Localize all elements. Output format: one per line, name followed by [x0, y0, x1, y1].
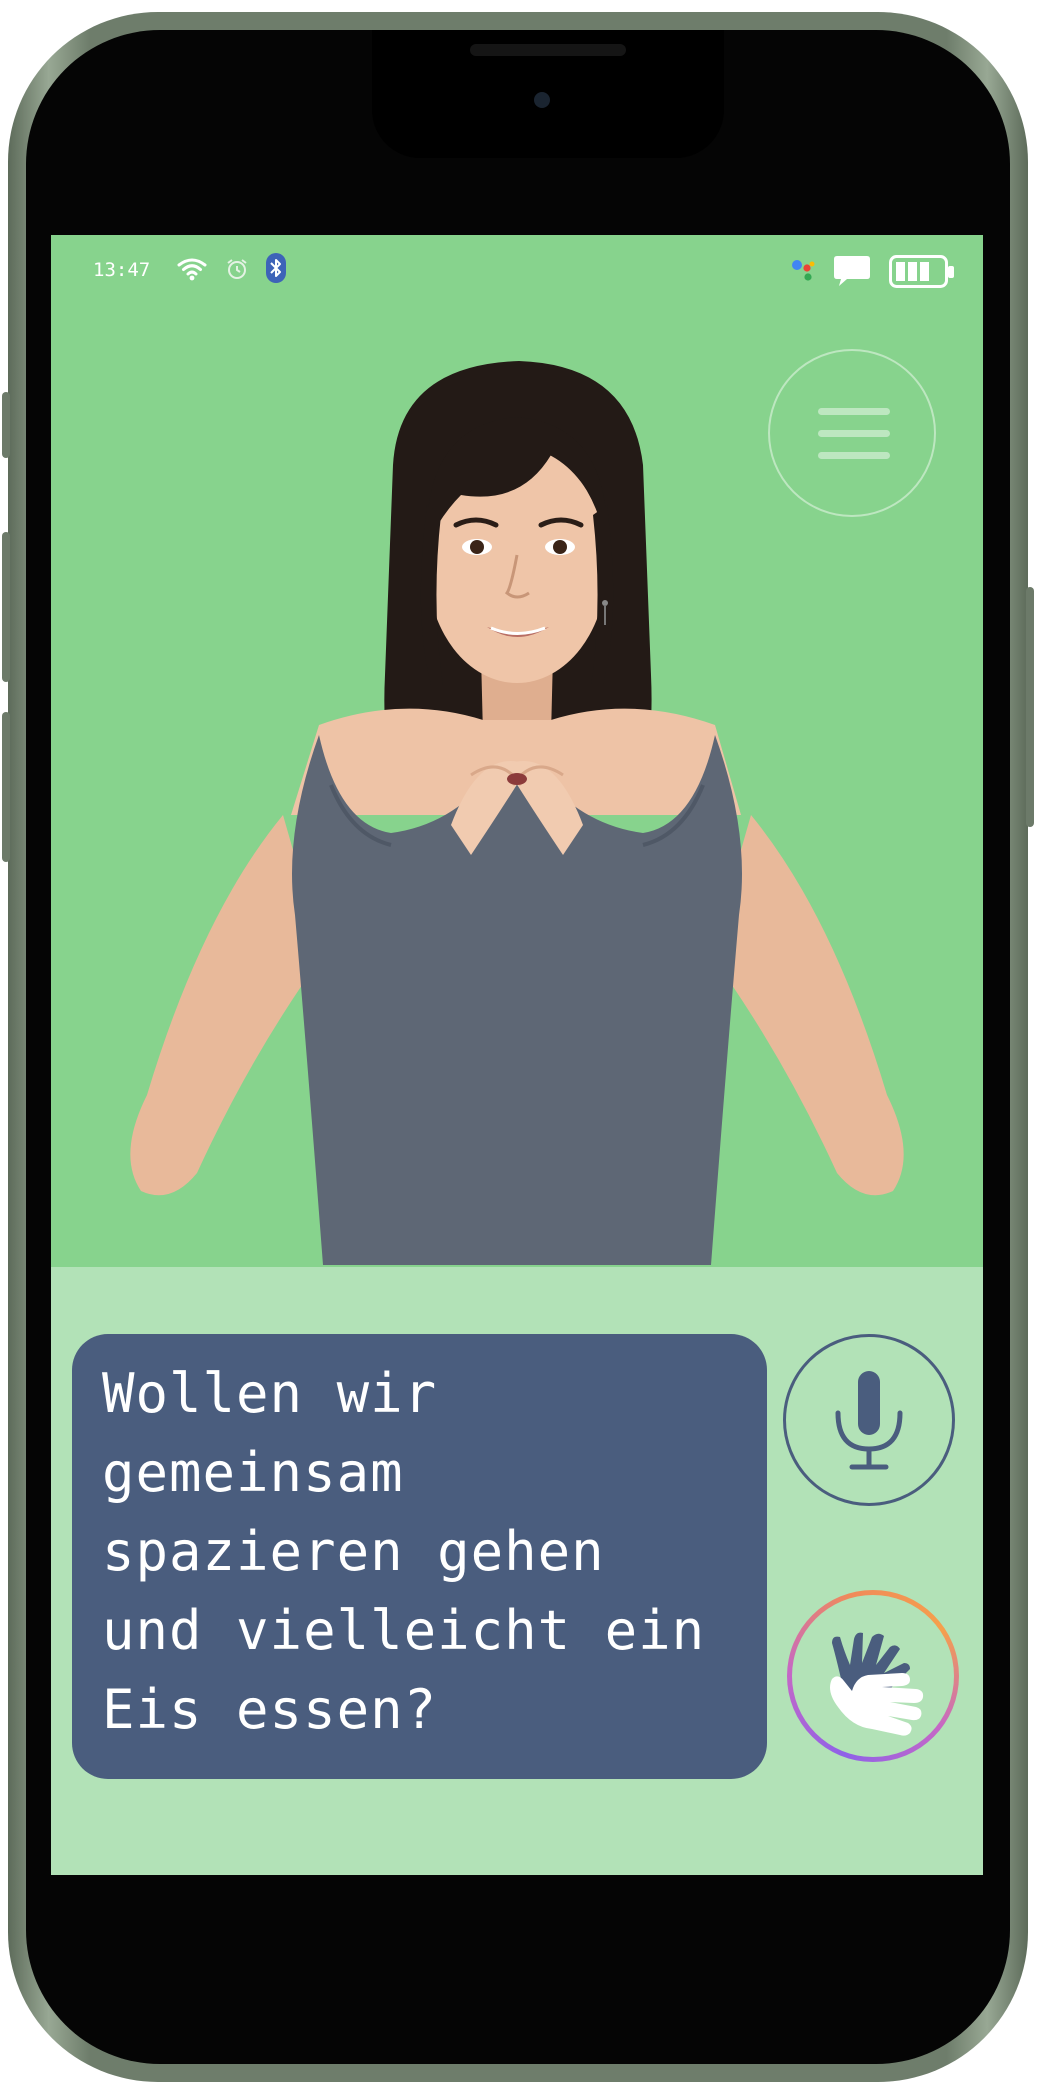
silent-switch — [2, 392, 10, 458]
volume-up-button — [2, 532, 10, 682]
hamburger-menu-icon-bottom — [818, 452, 890, 459]
alarm-icon — [225, 257, 249, 286]
microphone-button[interactable] — [783, 1334, 955, 1506]
bluetooth-icon — [266, 253, 286, 288]
power-button — [1026, 587, 1034, 827]
battery-icon — [889, 255, 955, 294]
hamburger-menu-icon — [818, 408, 890, 415]
volume-down-button — [2, 712, 10, 862]
status-time: 13:47 — [93, 259, 151, 281]
app-screen: 13:47 Wollen wir gemeinsam spazieren geh… — [51, 235, 983, 1875]
message-text: Wollen wir gemeinsam spazieren gehen und… — [102, 1362, 706, 1741]
status-bar: 13:47 — [51, 235, 983, 305]
sign-language-button[interactable] — [787, 1590, 959, 1762]
wifi-icon — [177, 257, 207, 286]
message-bubble: Wollen wir gemeinsam spazieren gehen und… — [72, 1334, 767, 1779]
front-camera — [534, 92, 550, 108]
conversation-panel: Wollen wir gemeinsam spazieren gehen und… — [51, 1267, 983, 1875]
microphone-icon — [835, 1371, 903, 1470]
menu-button[interactable] — [768, 349, 936, 517]
speaker-grille — [470, 44, 626, 56]
hamburger-menu-icon-middle — [818, 430, 890, 437]
message-icon — [833, 255, 871, 294]
notch — [372, 30, 724, 158]
assistant-icon — [791, 257, 817, 288]
sign-language-button-inner — [792, 1595, 954, 1757]
sign-language-hands-icon — [830, 1632, 924, 1736]
